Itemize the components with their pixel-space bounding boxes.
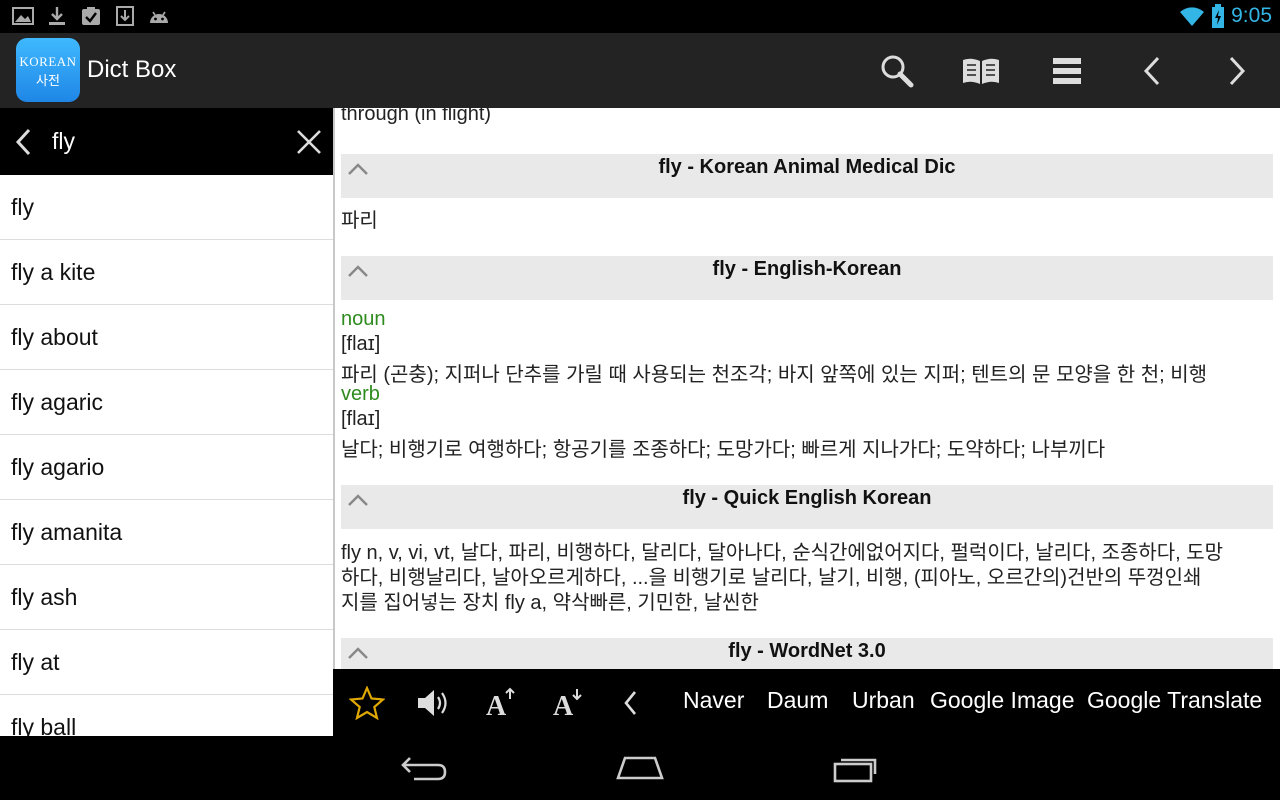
battery-icon xyxy=(1212,4,1225,28)
list-item[interactable]: fly agario xyxy=(0,435,333,500)
clear-search-button[interactable] xyxy=(292,125,326,159)
list-item[interactable]: fly ash xyxy=(0,565,333,630)
list-item[interactable]: fly xyxy=(0,175,333,240)
word-list: fly fly a kite fly about fly agaric fly … xyxy=(0,175,333,736)
section-header[interactable]: fly - Korean Animal Medical Dic xyxy=(341,154,1273,198)
search-bar xyxy=(0,108,333,175)
list-item[interactable]: fly a kite xyxy=(0,240,333,305)
chevron-right-icon xyxy=(1229,56,1246,85)
list-button[interactable] xyxy=(1032,33,1102,108)
section-title: fly - WordNet 3.0 xyxy=(728,640,886,662)
status-bar: 9:05 xyxy=(0,0,1280,33)
section-title: fly - English-Korean xyxy=(712,258,902,280)
back-button[interactable] xyxy=(374,746,474,790)
google-image-link[interactable]: Google Image xyxy=(930,687,1074,714)
previous-button[interactable] xyxy=(1117,33,1187,108)
home-icon xyxy=(616,756,664,780)
download-icon xyxy=(49,7,65,25)
search-button[interactable] xyxy=(862,33,932,108)
search-back-button[interactable] xyxy=(8,125,38,159)
recent-apps-button[interactable] xyxy=(806,746,906,790)
next-button[interactable] xyxy=(1202,33,1272,108)
search-icon xyxy=(881,55,914,87)
wifi-icon xyxy=(1180,7,1205,26)
definition-text: 파리 xyxy=(341,210,378,232)
list-icon xyxy=(1053,57,1081,84)
search-input[interactable] xyxy=(52,124,282,158)
notification-icons xyxy=(12,6,170,26)
list-item[interactable]: fly at xyxy=(0,630,333,695)
definition-text: 파리 (곤충); 지퍼나 단추를 가릴 때 사용되는 천조각; 바지 앞쪽에 있… xyxy=(341,364,1208,386)
speaker-icon xyxy=(418,689,447,716)
font-increase-button[interactable]: A xyxy=(471,669,531,736)
back-icon xyxy=(401,757,447,781)
section-header[interactable]: fly - English-Korean xyxy=(341,256,1273,300)
chevron-left-icon xyxy=(15,128,31,156)
star-icon xyxy=(349,685,385,720)
section-header[interactable]: fly - WordNet 3.0 xyxy=(341,638,1273,669)
font-decrease-button[interactable]: A xyxy=(538,669,598,736)
font-decrease-icon: A xyxy=(553,688,582,719)
section-title: fly - Quick English Korean xyxy=(682,487,932,509)
bottom-toolbar: A A Naver Daum Urban Google Image Google… xyxy=(333,669,1280,736)
chevron-left-icon xyxy=(1143,56,1160,85)
dictionary-button[interactable] xyxy=(946,33,1016,108)
list-item[interactable]: fly amanita xyxy=(0,500,333,565)
favorite-button[interactable] xyxy=(337,669,397,736)
recent-apps-icon xyxy=(833,758,877,783)
part-of-speech: verb xyxy=(341,383,380,405)
svg-text:A: A xyxy=(553,691,574,719)
android-icon xyxy=(150,11,168,23)
previous-definition-tail: through (in flight) xyxy=(341,108,492,125)
toolbar-scroll-left-button[interactable] xyxy=(605,669,655,736)
clipboard-check-icon xyxy=(82,7,100,25)
app-icon[interactable]: KOREAN 사전 xyxy=(16,38,80,102)
word-list-pane: fly fly a kite fly about fly agaric fly … xyxy=(0,108,333,736)
naver-link[interactable]: Naver xyxy=(683,687,744,714)
list-item[interactable]: fly about xyxy=(0,305,333,370)
pronunciation: [flaɪ] xyxy=(341,408,381,430)
list-item[interactable]: fly ball xyxy=(0,695,333,736)
image-icon xyxy=(12,7,34,25)
close-icon xyxy=(297,130,321,154)
section-title: fly - Korean Animal Medical Dic xyxy=(658,156,956,178)
list-item[interactable]: fly agaric xyxy=(0,370,333,435)
definition-view: through (in flight) fly - Korean Animal … xyxy=(335,108,1280,669)
home-button[interactable] xyxy=(590,746,690,790)
system-nav-bar xyxy=(0,736,1280,800)
daum-link[interactable]: Daum xyxy=(767,687,828,714)
font-increase-icon: A xyxy=(486,687,515,719)
app-icon-line2: 사전 xyxy=(36,73,60,88)
book-icon xyxy=(963,58,999,84)
system-icons: 9:05 xyxy=(1179,4,1272,28)
urban-link[interactable]: Urban xyxy=(852,687,915,714)
app-title: Dict Box xyxy=(87,56,177,83)
download-box-icon xyxy=(116,6,134,26)
action-bar: KOREAN 사전 Dict Box xyxy=(0,33,1280,108)
definition-text: 날다; 비행기로 여행하다; 항공기를 조종하다; 도망가다; 빠르게 지나가다… xyxy=(341,439,1106,461)
definition-text: 지를 집어넣는 장치 fly a, 약삭빠른, 기민한, 날씬한 xyxy=(341,592,759,614)
speak-button[interactable] xyxy=(404,669,464,736)
pronunciation: [flaɪ] xyxy=(341,333,381,355)
part-of-speech: noun xyxy=(341,308,386,330)
section-header[interactable]: fly - Quick English Korean xyxy=(341,485,1273,529)
app-icon-line1: KOREAN xyxy=(19,54,77,69)
google-translate-link[interactable]: Google Translate xyxy=(1087,687,1262,714)
chevron-left-icon xyxy=(624,690,637,715)
clock: 9:05 xyxy=(1231,4,1272,27)
svg-text:A: A xyxy=(486,691,507,719)
